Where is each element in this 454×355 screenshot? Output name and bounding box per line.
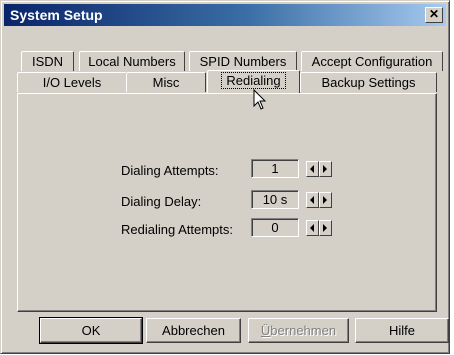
help-button[interactable]: Hilfe (355, 318, 449, 343)
cancel-button[interactable]: Abbrechen (146, 318, 241, 343)
apply-button[interactable]: Übernehmen (248, 318, 349, 343)
window-title: System Setup (10, 7, 103, 23)
tab-misc[interactable]: Misc (126, 72, 206, 92)
tab-label: I/O Levels (42, 75, 102, 90)
dialing-delay-label: Dialing Delay: (121, 194, 202, 209)
redialing-attempts-value: 0 (251, 218, 299, 237)
spin-right-icon (323, 165, 327, 173)
dialing-delay-increase-button[interactable] (319, 192, 332, 208)
redialing-attempts-increase-button[interactable] (319, 220, 332, 236)
dialing-attempts-decrease-button[interactable] (306, 161, 319, 177)
tab-local-numbers[interactable]: Local Numbers (79, 51, 185, 71)
apply-accelerator: Ü (260, 323, 271, 338)
tab-label: Backup Settings (321, 75, 416, 90)
close-icon: ✕ (428, 7, 440, 21)
redialing-panel: Dialing Attempts: 1 Dialing Delay: 10 s … (17, 93, 437, 312)
tab-label: Misc (152, 75, 180, 90)
dialing-delay-decrease-button[interactable] (306, 192, 319, 208)
spin-right-icon (323, 224, 327, 232)
tab-isdn[interactable]: ISDN (21, 51, 74, 71)
apply-label: bernehmen (270, 323, 337, 338)
tab-label: Accept Configuration (311, 54, 433, 69)
tab-label: SPID Numbers (199, 54, 287, 69)
spin-left-icon (310, 224, 314, 232)
dialing-delay-value: 10 s (251, 190, 299, 209)
tab-backup-settings[interactable]: Backup Settings (300, 72, 437, 92)
redialing-attempts-label: Redialing Attempts: (121, 222, 234, 237)
dialing-attempts-increase-button[interactable] (319, 161, 332, 177)
close-button[interactable]: ✕ (425, 7, 443, 23)
title-bar[interactable]: System Setup ✕ (4, 4, 446, 26)
tab-io-levels[interactable]: I/O Levels (17, 72, 127, 92)
dialing-attempts-value: 1 (251, 159, 299, 178)
spin-left-icon (310, 165, 314, 173)
redialing-attempts-decrease-button[interactable] (306, 220, 319, 236)
tab-label: ISDN (31, 54, 64, 69)
ok-button[interactable]: OK (39, 317, 143, 344)
tab-accept-configuration[interactable]: Accept Configuration (301, 51, 443, 71)
dialing-attempts-label: Dialing Attempts: (121, 163, 219, 178)
spin-right-icon (323, 196, 327, 204)
mouse-pointer-icon (253, 89, 267, 110)
tab-spid-numbers[interactable]: SPID Numbers (189, 51, 297, 71)
tab-label: Redialing (221, 72, 286, 89)
tab-label: Local Numbers (88, 54, 176, 69)
spin-left-icon (310, 196, 314, 204)
